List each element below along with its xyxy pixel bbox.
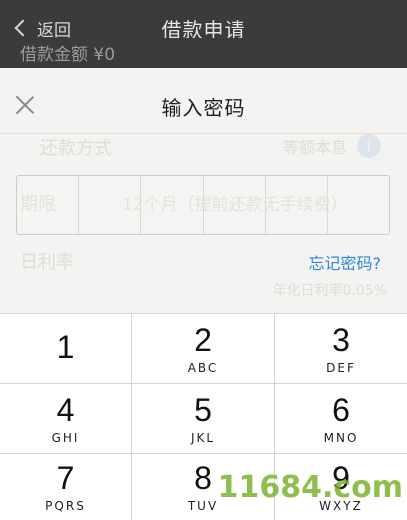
daily-rate-label: 日利率 bbox=[20, 252, 74, 273]
repay-method-value: 等额本息 bbox=[282, 138, 347, 157]
password-cell bbox=[328, 176, 389, 234]
key-digit: 8 bbox=[194, 460, 212, 496]
key-2[interactable]: 2 ABC bbox=[132, 314, 275, 384]
key-letters: JKL bbox=[190, 430, 216, 445]
key-digit: 4 bbox=[56, 391, 75, 428]
key-digit: 5 bbox=[194, 391, 212, 428]
password-cell bbox=[17, 176, 80, 234]
key-digit: 3 bbox=[332, 321, 350, 358]
password-cell bbox=[79, 176, 142, 234]
key-digit: 2 bbox=[194, 321, 212, 358]
rate-note: 年化日利率0.05% bbox=[272, 283, 387, 299]
loan-amount-value: ¥0 bbox=[93, 45, 116, 65]
password-input[interactable] bbox=[16, 175, 390, 235]
password-dialog-title: 输入密码 bbox=[161, 96, 246, 120]
loan-amount-label: 借款金额 bbox=[20, 45, 88, 65]
repay-method-label: 还款方式 bbox=[40, 138, 112, 159]
forgot-password-link[interactable]: 忘记密码? bbox=[309, 250, 382, 274]
key-letters: MNO bbox=[323, 430, 359, 445]
key-3[interactable]: 3 DEF bbox=[275, 314, 407, 384]
key-letters: GHI bbox=[51, 430, 80, 445]
key-digit: 1 bbox=[56, 328, 75, 365]
key-letters: DEF bbox=[326, 360, 356, 375]
key-5[interactable]: 5 JKL bbox=[132, 384, 275, 454]
password-cell bbox=[204, 176, 266, 234]
key-7[interactable]: 7 PQRS bbox=[0, 454, 132, 520]
site-watermark: 11684.com bbox=[217, 470, 403, 505]
key-letters: ABC bbox=[187, 360, 219, 375]
key-1[interactable]: 1 bbox=[0, 314, 132, 384]
key-digit: 7 bbox=[56, 460, 75, 496]
loan-amount-row: 借款金额 ¥0 bbox=[0, 38, 407, 68]
divider bbox=[0, 133, 407, 134]
key-4[interactable]: 4 GHI bbox=[0, 384, 132, 454]
info-icon: i bbox=[357, 134, 381, 158]
key-6[interactable]: 6 MNO bbox=[275, 384, 407, 454]
key-letters: TUV bbox=[187, 499, 219, 513]
key-digit: 6 bbox=[332, 391, 350, 428]
password-cell bbox=[141, 176, 204, 234]
key-letters: PQRS bbox=[45, 499, 86, 513]
password-cell bbox=[266, 176, 328, 234]
